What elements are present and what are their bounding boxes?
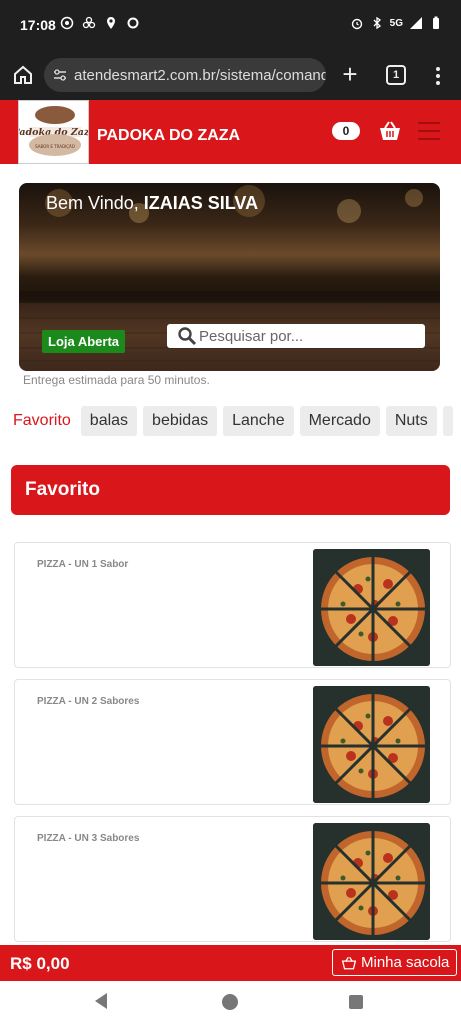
search-box[interactable] [167,324,425,348]
delivery-estimate: Entrega estimada para 50 minutos. [23,373,210,387]
system-icons: 5G [350,16,443,30]
bluetooth-icon [373,16,381,30]
location-icon [107,17,115,29]
notification-icons [60,16,140,30]
circle-icon [127,17,139,29]
product-card[interactable]: PIZZA - UN 2 Sabores [14,679,451,805]
tab-favorito[interactable]: Favorito [0,406,75,436]
product-name: PIZZA - UN 3 Sabores [37,833,140,844]
my-bag-button[interactable]: Minha sacola [332,949,457,976]
my-bag-label: Minha sacola [361,954,450,971]
status-bar: 17:08 5G [0,0,461,52]
product-name: PIZZA - UN 2 Sabores [37,696,140,707]
site-settings-icon[interactable] [52,67,68,83]
tab-more[interactable] [442,406,454,436]
store-name: PADOKA DO ZAZA [97,127,241,144]
status-time: 17:08 [20,17,56,33]
welcome-banner: Bem Vindo, IZAIAS SILVA Loja Aberta [19,183,440,371]
search-icon [178,327,197,346]
whatsapp-icon [60,16,74,30]
product-card[interactable]: PIZZA - UN 1 Sabor [14,542,451,668]
section-title: Favorito [11,465,450,515]
cart-footer: R$ 0,00 Minha sacola [0,945,461,981]
alarm-icon [351,18,362,30]
search-input[interactable] [199,327,419,345]
signal-icon [410,17,422,29]
tab-bebidas[interactable]: bebidas [143,406,218,436]
tab-balas[interactable]: balas [80,406,138,436]
home-circle-icon[interactable] [222,994,238,1010]
tab-lanche[interactable]: Lanche [223,406,294,436]
recent-apps-icon[interactable] [349,995,363,1009]
back-icon[interactable] [95,993,107,1009]
system-nav-bar [0,981,461,1024]
product-name: PIZZA - UN 1 Sabor [37,559,129,570]
store-status-badge: Loja Aberta [42,330,126,353]
cart-total: R$ 0,00 [10,954,70,973]
basket-icon[interactable] [378,120,402,142]
basket-icon [341,956,357,969]
home-icon[interactable] [10,62,36,88]
pizza-image [313,686,430,803]
product-card[interactable]: PIZZA - UN 3 Sabores [14,816,451,942]
new-tab-button[interactable]: + [336,61,364,89]
site-header: Padoka do Zaza SABOR E TRADIÇÃO PADOKA D… [0,100,461,164]
browser-menu-button[interactable] [430,64,446,88]
tab-nuts[interactable]: Nuts [385,406,437,436]
tab-switcher-button[interactable]: 1 [386,65,406,85]
battery-icon [433,16,439,29]
welcome-prefix: Bem Vindo, [46,193,144,213]
network-label: 5G [389,17,403,29]
pizza-image [313,549,430,666]
category-tabs: Favorito balas bebidas Lanche Mercado Nu… [0,404,461,438]
welcome-message: Bem Vindo, IZAIAS SILVA [46,193,258,214]
address-bar[interactable]: atendesmart2.com.br/sistema/comanda [44,58,326,92]
logo-tagline: SABOR E TRADIÇÃO [35,144,75,149]
url-text: atendesmart2.com.br/sistema/comanda [74,67,326,84]
user-name: IZAIAS SILVA [143,193,259,213]
logo-image: Padoka do Zaza SABOR E TRADIÇÃO [19,101,88,163]
browser-toolbar: atendesmart2.com.br/sistema/comanda + 1 [0,52,461,100]
tab-mercado[interactable]: Mercado [299,406,380,436]
fan-icon [82,16,96,29]
pizza-image [313,823,430,940]
cart-count-badge[interactable]: 0 [332,122,360,140]
store-logo[interactable]: Padoka do Zaza SABOR E TRADIÇÃO [18,100,89,164]
menu-button[interactable] [418,122,440,140]
